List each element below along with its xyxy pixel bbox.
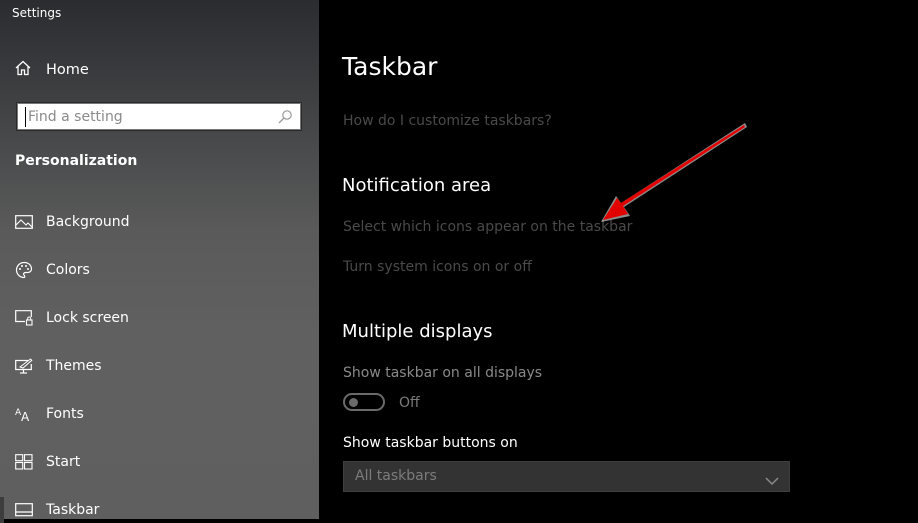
sidebar: Settings Home Personalization Background… <box>0 0 319 523</box>
search-box[interactable] <box>16 102 302 131</box>
sidebar-item-label: Background <box>46 214 130 230</box>
app-title: Settings <box>12 6 62 20</box>
sidebar-item-label: Colors <box>46 262 90 278</box>
home-label: Home <box>46 62 89 78</box>
page-title: Taskbar <box>342 52 438 81</box>
multiple-displays-heading: Multiple displays <box>342 321 493 342</box>
themes-icon <box>14 356 34 376</box>
svg-text:A: A <box>21 410 30 422</box>
system-icons-link[interactable]: Turn system icons on or off <box>343 259 532 275</box>
start-icon <box>14 452 34 472</box>
sidebar-item-background[interactable]: Background <box>14 209 314 235</box>
search-icon[interactable] <box>277 109 293 129</box>
sidebar-item-label: Lock screen <box>46 310 129 326</box>
chevron-down-icon <box>765 471 779 490</box>
sidebar-item-start[interactable]: Start <box>14 449 314 475</box>
background-image-icon <box>14 212 34 232</box>
main-content: Taskbar How do I customize taskbars? Not… <box>319 0 918 519</box>
sidebar-item-taskbar[interactable]: Taskbar <box>0 497 314 523</box>
select-icons-link[interactable]: Select which icons appear on the taskbar <box>343 219 632 235</box>
sidebar-item-label: Themes <box>46 358 102 374</box>
fonts-icon: AA <box>14 404 34 424</box>
show-all-displays-toggle[interactable] <box>343 393 385 411</box>
sidebar-home[interactable]: Home <box>14 58 89 82</box>
sidebar-item-label: Start <box>46 454 81 470</box>
sidebar-item-fonts[interactable]: AA Fonts <box>14 401 314 427</box>
buttons-on-label: Show taskbar buttons on <box>343 435 518 451</box>
help-link[interactable]: How do I customize taskbars? <box>343 113 552 129</box>
notification-area-heading: Notification area <box>342 175 492 196</box>
buttons-on-dropdown[interactable]: All taskbars <box>343 461 790 492</box>
sidebar-item-lock-screen[interactable]: Lock screen <box>14 305 314 331</box>
toggle-state-label: Off <box>399 395 420 411</box>
lock-screen-icon <box>14 308 34 328</box>
toggle-knob <box>349 398 358 407</box>
show-all-displays-label: Show taskbar on all displays <box>343 365 543 381</box>
home-icon <box>14 59 32 81</box>
sidebar-item-label: Taskbar <box>46 502 100 518</box>
taskbar-icon <box>14 500 34 520</box>
dropdown-value: All taskbars <box>355 468 437 484</box>
sidebar-item-label: Fonts <box>46 406 84 422</box>
sidebar-item-colors[interactable]: Colors <box>14 257 314 283</box>
search-input[interactable] <box>25 107 278 127</box>
sidebar-item-themes[interactable]: Themes <box>14 353 314 379</box>
palette-icon <box>14 260 34 280</box>
section-title: Personalization <box>15 153 138 169</box>
